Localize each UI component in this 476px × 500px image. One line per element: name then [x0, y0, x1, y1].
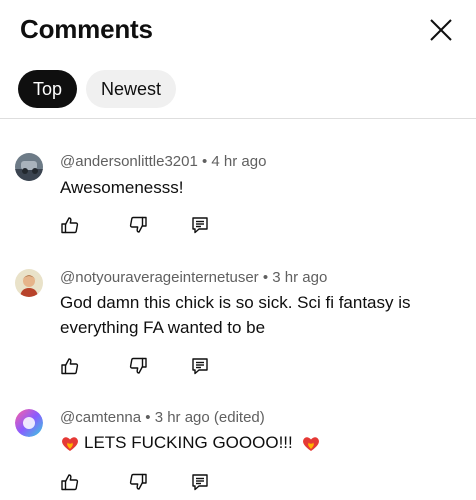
- comment-time: 3 hr ago: [272, 269, 328, 286]
- close-icon: [430, 19, 452, 41]
- comment-meta: @andersonlittle3201 • 4 hr ago: [60, 153, 266, 170]
- comment-meta: @notyouraverageinternetuser • 3 hr ago: [60, 269, 327, 286]
- heart-on-fire-emoji: [62, 436, 78, 451]
- meta-separator: •: [145, 409, 155, 426]
- tab-newest[interactable]: Newest: [86, 70, 177, 108]
- thumbs-down-icon: [129, 473, 147, 490]
- like-button[interactable]: [60, 356, 80, 376]
- meta-separator: •: [262, 269, 273, 286]
- meta-separator: •: [202, 153, 212, 170]
- dislike-button[interactable]: [128, 356, 148, 376]
- comment-time: 3 hr ago (edited): [154, 409, 265, 426]
- dislike-button[interactable]: [128, 215, 148, 235]
- reply-icon: [192, 217, 208, 234]
- like-button[interactable]: [60, 472, 80, 492]
- panel-title: Comments: [20, 14, 153, 44]
- sort-chips: Top Newest: [18, 70, 177, 108]
- thumbs-up-icon: [61, 358, 79, 375]
- heart-on-fire-emoji: [302, 436, 319, 451]
- like-button[interactable]: [60, 215, 80, 235]
- comment-meta: @camtenna • 3 hr ago (edited): [60, 409, 265, 426]
- avatar[interactable]: [15, 269, 43, 297]
- comment-author[interactable]: @notyouraverageinternetuser: [60, 269, 259, 286]
- comment-author[interactable]: @andersonlittle3201: [60, 153, 198, 170]
- tab-top[interactable]: Top: [18, 70, 78, 108]
- comment-author[interactable]: @camtenna: [60, 409, 141, 426]
- avatar[interactable]: [15, 409, 43, 437]
- thumbs-down-icon: [129, 216, 147, 233]
- header-divider: [0, 118, 476, 119]
- reply-icon: [192, 358, 208, 375]
- reply-button[interactable]: [190, 215, 210, 235]
- comments-header: Comments: [0, 0, 476, 60]
- thumbs-down-icon: [129, 357, 147, 374]
- thumbs-up-icon: [61, 217, 79, 234]
- comment-text-body: LETS FUCKING GOOOO!!!: [84, 433, 293, 452]
- dislike-button[interactable]: [128, 472, 148, 492]
- comment-text: LETS FUCKING GOOOO!!!: [60, 430, 460, 455]
- close-button[interactable]: [426, 15, 456, 45]
- comment-text: God damn this chick is so sick. Sci fi f…: [60, 293, 411, 337]
- reply-button[interactable]: [190, 356, 210, 376]
- comment-time: 4 hr ago: [211, 153, 267, 170]
- avatar[interactable]: [15, 153, 43, 181]
- thumbs-up-icon: [61, 474, 79, 491]
- reply-icon: [192, 474, 208, 491]
- reply-button[interactable]: [190, 472, 210, 492]
- comment-text: Awesomenesss!: [60, 178, 184, 197]
